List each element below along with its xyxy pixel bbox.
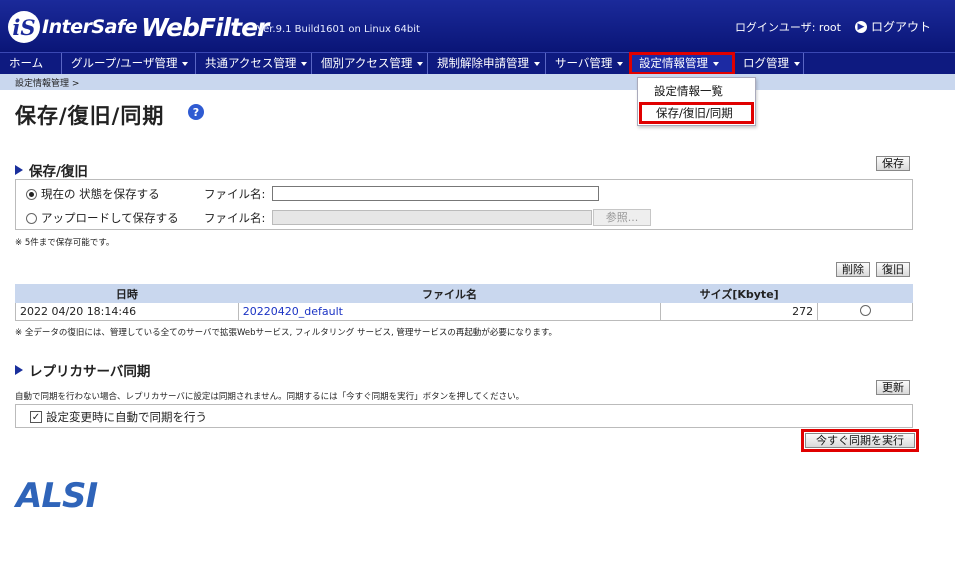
column-filename: ファイル名 [237, 284, 662, 303]
radio-save-current[interactable] [26, 188, 37, 200]
menu-item-settings-list[interactable]: 設定情報一覧 [638, 81, 755, 101]
logout-label: ログアウト [870, 20, 931, 34]
triangle-right-icon [15, 365, 23, 375]
menu-item-save-restore-sync[interactable]: 保存/復旧/同期 [639, 102, 754, 124]
nav-settings-info[interactable]: 設定情報管理 [629, 52, 735, 75]
nav-log[interactable]: ログ管理 [734, 53, 804, 74]
logo-text-webfilter: WebFilter [141, 12, 269, 42]
chevron-down-icon [794, 61, 800, 66]
column-size: サイズ[Kbyte] [660, 284, 819, 303]
nav-individual-access[interactable]: 個別アクセス管理 [312, 53, 428, 74]
save-limit-note: ※ 5件まで保存可能です。 [15, 238, 115, 248]
browse-button: 参照... [593, 209, 651, 226]
update-button[interactable]: 更新 [876, 380, 910, 395]
nav-settings-info-label: 設定情報管理 [639, 56, 708, 70]
chevron-down-icon [713, 61, 719, 66]
section-replica-label: レプリカサーバ同期 [29, 364, 151, 380]
logout-icon: ▶ [854, 20, 867, 33]
nav-common-access-label: 共通アクセス管理 [205, 56, 297, 70]
nav-unblock-request[interactable]: 規制解除申請管理 [428, 53, 546, 74]
column-select [817, 284, 913, 303]
chevron-down-icon [301, 61, 308, 66]
auto-sync-checkbox[interactable]: ✓ [30, 411, 42, 423]
chevron-down-icon [182, 61, 189, 66]
chevron-down-icon [534, 61, 540, 66]
save-button[interactable]: 保存 [876, 156, 910, 171]
version-text: Ver.9.1 Build1601 on Linux 64bit [257, 24, 420, 35]
filename-input[interactable] [272, 186, 599, 201]
nav-group-user[interactable]: グループ/ユーザ管理 [62, 53, 196, 74]
replica-description: 自動で同期を行わない場合、レプリカサーバに設定は同期されません。同期するには「今… [15, 392, 525, 402]
upload-file-input [272, 210, 592, 225]
table-row: 2022 04/20 18:14:46 20220420_default 272 [15, 302, 913, 321]
nav-common-access[interactable]: 共通アクセス管理 [196, 53, 312, 74]
help-icon[interactable]: ? [188, 104, 204, 120]
column-datetime: 日時 [15, 284, 239, 303]
saved-files-table: 日時 ファイル名 サイズ[Kbyte] 2022 04/20 18:14:46 … [15, 284, 913, 321]
section-save-restore-title: 保存/復旧 [15, 160, 88, 180]
cell-filename: 20220420_default [237, 302, 662, 321]
chevron-down-icon [417, 61, 424, 66]
alsi-logo: ALSI [16, 476, 98, 516]
nav-server[interactable]: サーバ管理 [546, 53, 630, 74]
option-save-current[interactable]: 現在の 状態を保存する [26, 186, 160, 202]
breadcrumb[interactable]: 設定情報管理 > [15, 76, 79, 89]
nav-log-label: ログ管理 [743, 56, 789, 70]
triangle-right-icon [15, 165, 23, 175]
intersafe-logo[interactable]: iS InterSafe WebFilter [8, 10, 269, 44]
login-user-label: ログインユーザ: root [734, 20, 841, 34]
cell-size: 272 [660, 302, 819, 321]
chevron-down-icon [617, 61, 624, 66]
section-save-restore-label: 保存/復旧 [29, 164, 88, 180]
app-header: iS InterSafe WebFilter Ver.9.1 Build1601… [0, 0, 955, 52]
radio-upload-save[interactable] [26, 212, 37, 224]
page-title: 保存/復旧/同期 [15, 104, 165, 128]
auto-sync-label: 設定変更時に自動で同期を行う [46, 410, 207, 424]
settings-dropdown-menu: 設定情報一覧 保存/復旧/同期 [637, 77, 756, 126]
main-nav: ホーム グループ/ユーザ管理 共通アクセス管理 個別アクセス管理 規制解除申請管… [0, 52, 955, 75]
section-replica-title: レプリカサーバ同期 [15, 360, 150, 380]
nav-home-label: ホーム [9, 56, 44, 70]
option-save-current-label: 現在の 状態を保存する [41, 187, 160, 201]
intersafe-logo-mark: iS [8, 11, 40, 43]
user-area: ログインユーザ: root ▶ ログアウト [735, 18, 931, 35]
restore-button[interactable]: 復旧 [876, 262, 910, 277]
nav-home[interactable]: ホーム [0, 53, 62, 74]
cell-datetime: 2022 04/20 18:14:46 [15, 302, 239, 321]
nav-server-label: サーバ管理 [555, 56, 613, 70]
nav-unblock-request-label: 規制解除申請管理 [437, 56, 529, 70]
restore-note: ※ 全データの復旧には、管理している全てのサーバで拡張Webサービス, フィルタ… [15, 328, 558, 338]
radio-select-file[interactable] [859, 304, 871, 316]
filename-label: ファイル名: [204, 187, 266, 201]
option-upload-save-label: アップロードして保存する [41, 211, 179, 225]
cell-select [817, 302, 913, 321]
table-header-row: 日時 ファイル名 サイズ[Kbyte] [15, 284, 913, 303]
logo-text-intersafe: InterSafe [42, 16, 138, 38]
auto-sync-option[interactable]: ✓ 設定変更時に自動で同期を行う [30, 409, 207, 425]
upload-filename-label: ファイル名: [204, 211, 266, 225]
breadcrumb-bar [0, 74, 955, 90]
file-link[interactable]: 20220420_default [243, 305, 343, 318]
nav-individual-access-label: 個別アクセス管理 [321, 56, 413, 70]
option-upload-save[interactable]: アップロードして保存する [26, 210, 179, 226]
delete-button[interactable]: 削除 [836, 262, 870, 277]
logout-link[interactable]: ▶ ログアウト [854, 18, 931, 35]
nav-group-user-label: グループ/ユーザ管理 [71, 56, 178, 70]
sync-now-button[interactable]: 今すぐ同期を実行 [801, 429, 919, 452]
